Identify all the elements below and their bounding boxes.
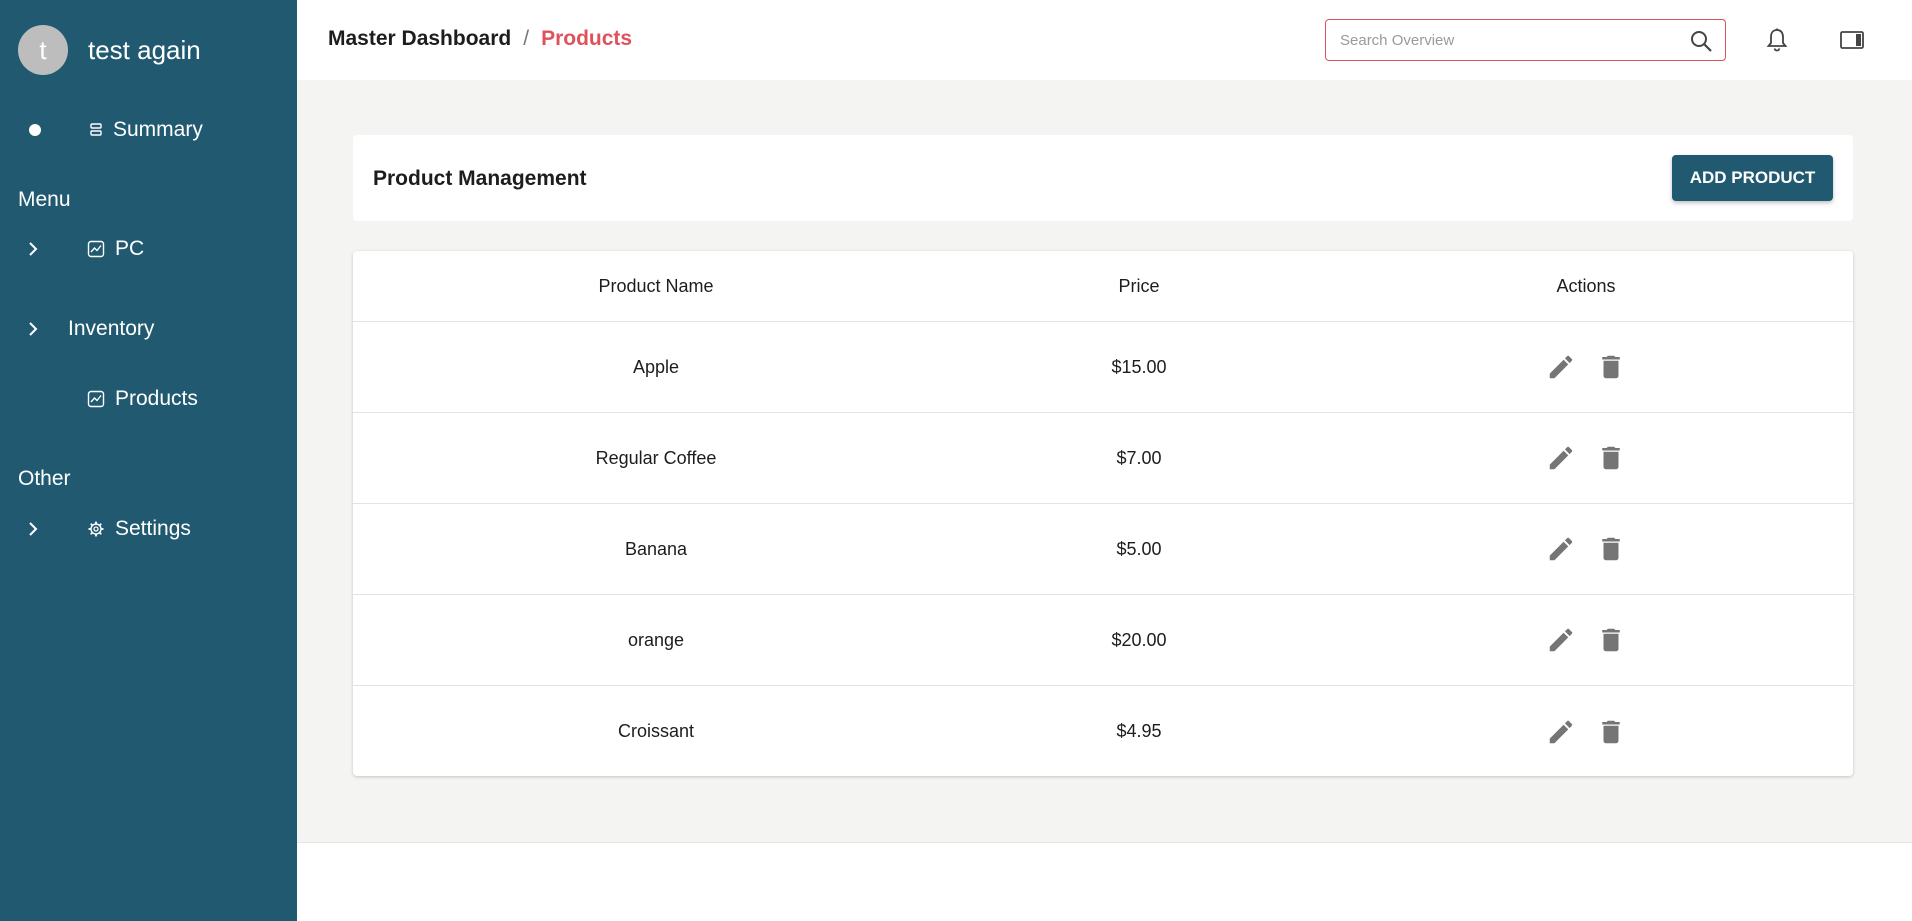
pencil-icon[interactable]	[1546, 352, 1576, 382]
product-price-cell: $7.00	[1116, 447, 1162, 468]
add-product-button[interactable]: ADD PRODUCT	[1672, 155, 1833, 201]
product-name-cell: orange	[627, 629, 685, 650]
row-actions	[1319, 717, 1853, 747]
breadcrumb-separator: /	[523, 27, 530, 50]
trash-icon[interactable]	[1596, 443, 1626, 473]
chart-icon	[87, 390, 105, 408]
pencil-icon[interactable]	[1546, 625, 1576, 655]
user-name: test again	[88, 34, 201, 65]
table-row: Banana $5.00	[353, 504, 1853, 595]
sidebar-item-summary[interactable]: Summary	[0, 112, 297, 148]
page-title: Product Management	[373, 167, 587, 190]
pencil-icon[interactable]	[1546, 534, 1576, 564]
avatar: t	[18, 25, 68, 75]
chart-icon	[87, 240, 105, 258]
product-management-header: Product Management ADD PRODUCT	[353, 135, 1853, 221]
product-price-cell: $4.95	[1116, 721, 1162, 741]
chevron-right-icon[interactable]	[26, 522, 40, 536]
sidebar-item-label: Inventory	[68, 317, 155, 340]
sidebar-item-pc[interactable]: PC	[0, 231, 297, 267]
column-header-price[interactable]: Price	[959, 276, 1319, 297]
sidebar-item-inventory[interactable]: Inventory	[0, 311, 297, 347]
product-name-cell: Croissant	[617, 721, 695, 741]
breadcrumb-root[interactable]: Master Dashboard	[328, 27, 511, 51]
table-row: Apple $15.00	[353, 322, 1853, 413]
product-price-cell: $15.00	[1111, 356, 1167, 377]
search-box[interactable]	[1325, 19, 1726, 61]
product-price-cell: $5.00	[1116, 538, 1162, 559]
trash-icon[interactable]	[1596, 625, 1626, 655]
table-row: Croissant $4.95	[353, 686, 1853, 777]
row-actions	[1319, 625, 1853, 655]
list-icon	[87, 121, 105, 139]
breadcrumb: Master Dashboard / Products	[328, 27, 632, 51]
user-profile[interactable]: t test again	[18, 25, 201, 75]
bell-icon[interactable]	[1763, 26, 1791, 54]
breadcrumb-current: Products	[541, 27, 633, 50]
trash-icon[interactable]	[1596, 717, 1626, 747]
table-header-row: Product Name Price Actions	[353, 251, 1853, 322]
trash-icon[interactable]	[1596, 534, 1626, 564]
sidebar-item-settings[interactable]: Settings	[0, 511, 297, 547]
pencil-icon[interactable]	[1546, 717, 1576, 747]
sidebar-panel-icon[interactable]	[1838, 26, 1866, 54]
search-icon[interactable]	[1689, 29, 1713, 53]
pencil-icon[interactable]	[1546, 443, 1576, 473]
chevron-right-icon[interactable]	[26, 242, 40, 256]
column-header-actions: Actions	[1556, 275, 1616, 296]
row-actions	[1319, 443, 1853, 473]
other-section-heading: Other	[18, 467, 71, 490]
sidebar-item-label: PC	[115, 237, 145, 260]
row-actions	[1319, 352, 1853, 382]
search-input[interactable]	[1326, 20, 1666, 60]
sidebar-item-label: Settings	[115, 517, 191, 540]
sidebar: t test again Summary Menu PC Inventory P…	[0, 0, 297, 921]
sidebar-item-label: Summary	[113, 118, 203, 141]
product-name-cell: Banana	[624, 538, 688, 559]
trash-icon[interactable]	[1596, 352, 1626, 382]
active-dot-icon	[29, 124, 41, 136]
row-actions	[1319, 534, 1853, 564]
product-name-cell: Regular Coffee	[595, 447, 717, 468]
table-row: Regular Coffee $7.00	[353, 413, 1853, 504]
sidebar-item-label: Products	[115, 387, 198, 410]
table-row: orange $20.00	[353, 595, 1853, 686]
product-name-cell: Apple	[632, 356, 680, 377]
top-bar: Master Dashboard / Products	[297, 0, 1912, 80]
sidebar-item-products[interactable]: Products	[0, 381, 297, 417]
main-content: Product Management ADD PRODUCT Product N…	[297, 80, 1912, 842]
column-header-product-name[interactable]: Product Name	[353, 276, 959, 297]
gear-icon	[87, 520, 105, 538]
product-price-cell: $20.00	[1111, 629, 1167, 650]
chevron-right-icon[interactable]	[26, 322, 40, 336]
menu-section-heading: Menu	[18, 188, 71, 211]
footer	[297, 842, 1912, 921]
products-table: Product Name Price Actions Apple $15.00 …	[353, 251, 1853, 776]
